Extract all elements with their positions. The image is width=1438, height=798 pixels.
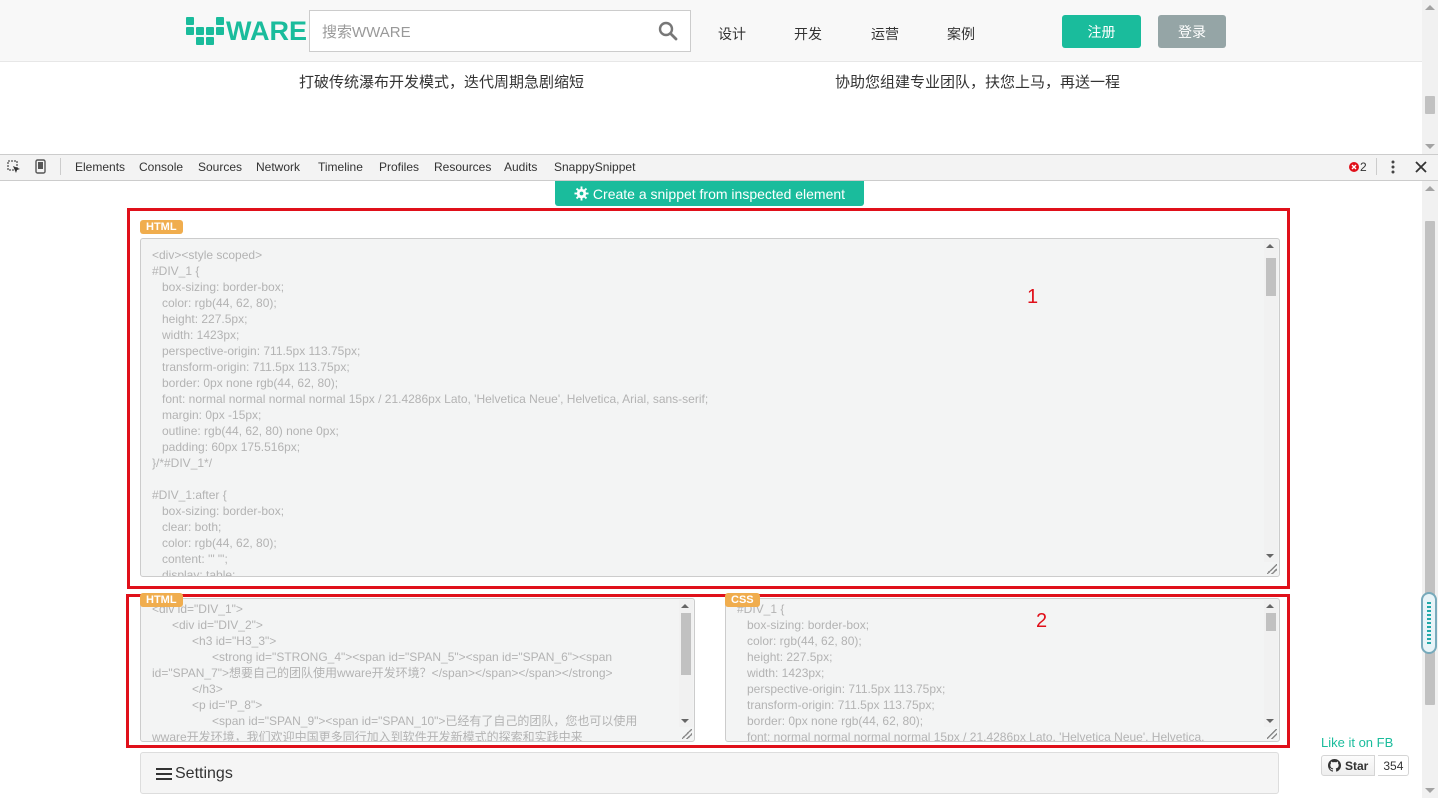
html-snippet-textarea[interactable]: <div id="DIV_1"> <div id="DIV_2"> <h3 id… xyxy=(140,598,695,742)
like-on-fb-link[interactable]: Like it on FB xyxy=(1321,735,1393,750)
settings-bar[interactable]: Settings xyxy=(140,752,1279,794)
scroll-indicator-widget[interactable] xyxy=(1421,592,1437,654)
toolbar-divider xyxy=(1376,158,1377,175)
css-snippet-scrollbar[interactable] xyxy=(1264,600,1278,727)
resize-handle[interactable] xyxy=(682,729,692,739)
register-button[interactable]: 注册 xyxy=(1062,15,1141,48)
create-snippet-label: Create a snippet from inspected element xyxy=(592,185,846,202)
html-snippet-scrollbar[interactable] xyxy=(679,600,693,727)
css-snippet-textarea[interactable]: #DIV_1 { box-sizing: border-box; color: … xyxy=(725,598,1280,742)
nav-operations[interactable]: 运营 xyxy=(871,24,899,44)
panel-scrollbar[interactable] xyxy=(1422,181,1438,798)
tab-elements[interactable]: Elements xyxy=(75,160,125,174)
inspect-element-icon[interactable] xyxy=(7,160,21,174)
github-icon xyxy=(1328,759,1341,772)
github-star-widget[interactable]: Star 354 xyxy=(1321,755,1410,776)
combined-snippet-code: <div><style scoped> #DIV_1 { box-sizing:… xyxy=(152,248,709,577)
tab-snappysnippet[interactable]: SnappySnippet xyxy=(554,160,635,174)
combined-snippet-scrollbar[interactable] xyxy=(1264,240,1278,562)
resize-handle[interactable] xyxy=(1267,564,1277,574)
page-scrollbar[interactable] xyxy=(1422,0,1438,154)
nav-develop[interactable]: 开发 xyxy=(794,24,822,44)
html-snippet-code: <div id="DIV_1"> <div id="DIV_2"> <h3 id… xyxy=(152,602,638,742)
annotation-number-2: 2 xyxy=(1036,610,1048,632)
login-button[interactable]: 登录 xyxy=(1158,15,1226,48)
device-mode-icon[interactable] xyxy=(35,159,46,174)
more-options-icon[interactable] xyxy=(1390,160,1396,174)
html-label-top: HTML xyxy=(140,220,183,234)
site-logo[interactable]: WARE xyxy=(186,14,307,48)
tab-timeline[interactable]: Timeline xyxy=(318,160,363,174)
banner-text-left: 打破传统瀑布开发模式，迭代周期急剧缩短 xyxy=(299,74,585,91)
star-count: 354 xyxy=(1378,755,1410,776)
tab-resources[interactable]: Resources xyxy=(434,160,491,174)
tab-network[interactable]: Network xyxy=(256,160,300,174)
annotation-number-1: 1 xyxy=(1027,286,1039,308)
resize-handle[interactable] xyxy=(1267,729,1277,739)
logo-grid-icon xyxy=(186,17,224,45)
close-devtools-icon[interactable] xyxy=(1415,161,1427,173)
error-icon[interactable] xyxy=(1349,162,1359,172)
star-label: Star xyxy=(1345,758,1369,773)
tab-sources[interactable]: Sources xyxy=(198,160,242,174)
nav-design[interactable]: 设计 xyxy=(718,24,746,44)
search-icon[interactable] xyxy=(658,21,678,41)
error-count[interactable]: 2 xyxy=(1360,160,1367,174)
toolbar-divider xyxy=(60,158,61,175)
combined-snippet-textarea[interactable]: <div><style scoped> #DIV_1 { box-sizing:… xyxy=(140,238,1280,577)
logo-text: WARE xyxy=(226,15,307,46)
create-snippet-button[interactable]: Create a snippet from inspected element xyxy=(555,181,864,206)
github-star-button[interactable]: Star xyxy=(1321,755,1376,776)
tab-console[interactable]: Console xyxy=(139,160,183,174)
gear-icon xyxy=(574,186,589,201)
settings-label: Settings xyxy=(175,765,233,782)
css-label: CSS xyxy=(725,593,760,607)
banner-text-right: 协助您组建专业团队，扶您上马，再送一程 xyxy=(835,74,1121,91)
search-input[interactable] xyxy=(310,11,654,53)
menu-icon xyxy=(156,768,172,780)
css-snippet-code: #DIV_1 { box-sizing: border-box; color: … xyxy=(737,602,1205,742)
nav-cases[interactable]: 案例 xyxy=(947,24,975,44)
tab-profiles[interactable]: Profiles xyxy=(379,160,419,174)
search-box xyxy=(309,10,691,53)
tab-audits[interactable]: Audits xyxy=(504,160,537,174)
html-label-bottom: HTML xyxy=(140,593,183,607)
